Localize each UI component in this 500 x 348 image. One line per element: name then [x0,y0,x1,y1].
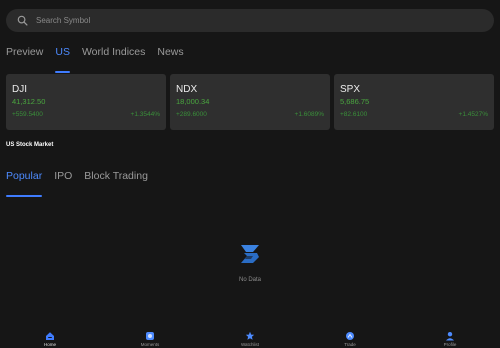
index-symbol: DJI [12,84,27,95]
nav-label: Profile [443,342,457,347]
tab-us[interactable]: US [55,46,70,73]
tab-popular[interactable]: Popular [6,170,43,197]
index-card-ndx[interactable]: NDX 18,000.34 +289.6000 +1.6089% [170,74,330,130]
tab-news[interactable]: News [157,46,183,68]
empty-state-label: No Data [238,277,261,283]
moments-icon [145,331,155,341]
nav-watchlist[interactable]: Watchlist [200,326,300,348]
tab-world-indices[interactable]: World Indices [82,46,145,68]
search-icon [17,15,28,26]
nav-label: Home [43,342,56,347]
nav-home[interactable]: Home [0,326,100,348]
tab-preview[interactable]: Preview [6,46,43,68]
market-tabs: Preview US World Indices News [6,46,184,73]
search-bar[interactable] [6,9,494,32]
nav-trade[interactable]: Trade [300,326,400,348]
search-input[interactable] [36,16,436,25]
index-cards: DJI 41,312.50 +559.5400 +1.3544% NDX 18,… [6,74,494,130]
index-change: +559.5400 [12,111,43,118]
index-price: 5,686.75 [340,97,370,106]
index-symbol: SPX [340,84,361,95]
home-icon [45,331,55,341]
index-price: 18,000.34 [176,97,210,106]
index-change: +82.6100 [340,111,368,118]
tab-ipo[interactable]: IPO [54,170,72,192]
nav-label: Moments [140,342,160,347]
watchlist-icon [245,331,255,341]
index-percent: +1.3544% [130,111,160,118]
index-card-spx[interactable]: SPX 5,686.75 +82.6100 +1.4527% [334,74,494,130]
index-price: 41,312.50 [12,97,46,106]
nav-profile[interactable]: Profile [400,326,500,348]
section-title: US Stock Market [6,142,54,148]
nav-moments[interactable]: Moments [100,326,200,348]
nav-label: Watchlist [240,342,260,347]
index-change: +289.6000 [176,111,207,118]
stock-list-tabs: Popular IPO Block Trading [6,170,148,197]
no-data-logo-icon [238,242,262,271]
bottom-nav: Home Moments Watchlist Trade Profile [0,326,500,348]
tab-block-trading[interactable]: Block Trading [84,170,148,192]
index-card-dji[interactable]: DJI 41,312.50 +559.5400 +1.3544% [6,74,166,130]
index-symbol: NDX [176,84,198,95]
index-percent: +1.6089% [294,111,324,118]
index-percent: +1.4527% [458,111,488,118]
empty-state: No Data [0,242,500,292]
profile-icon [445,331,455,341]
nav-label: Trade [344,342,356,347]
trade-icon [345,331,355,341]
